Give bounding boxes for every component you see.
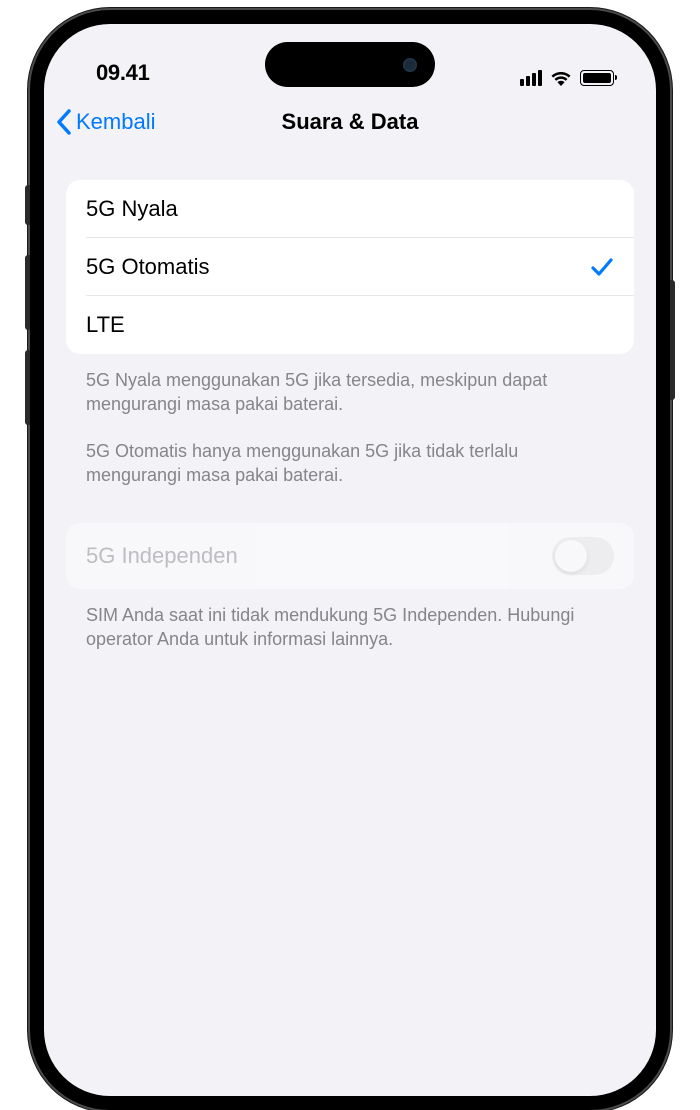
standalone-5g-row: 5G Independen [66,523,634,589]
volume-down-button [25,350,30,425]
option-5g-on[interactable]: 5G Nyala [66,180,634,238]
device-frame: 09.41 Kemba [30,10,670,1110]
cellular-signal-icon [520,70,542,86]
status-time: 09.41 [96,60,150,86]
nav-bar: Kembali Suara & Data [44,94,656,150]
option-lte[interactable]: LTE [66,296,634,354]
option-5g-auto[interactable]: 5G Otomatis [66,238,634,296]
battery-icon [580,70,614,86]
option-label: 5G Nyala [86,196,178,222]
voice-data-options-group: 5G Nyala 5G Otomatis LTE [66,180,634,354]
toggle-knob [555,540,587,572]
volume-up-button [25,255,30,330]
footer-5g-on: 5G Nyala menggunakan 5G jika tersedia, m… [66,354,634,417]
standalone-5g-toggle [552,537,614,575]
chevron-back-icon [56,109,72,135]
option-label: 5G Otomatis [86,254,209,280]
front-camera-icon [403,58,417,72]
page-title: Suara & Data [282,109,419,135]
checkmark-icon [590,255,614,279]
content-area: 5G Nyala 5G Otomatis LTE 5G Nyala menggu… [44,150,656,652]
toggle-label: 5G Independen [86,543,238,569]
standalone-5g-group: 5G Independen [66,523,634,589]
footer-standalone-5g: SIM Anda saat ini tidak mendukung 5G Ind… [66,589,634,652]
wifi-icon [550,70,572,86]
dynamic-island [265,42,435,87]
option-label: LTE [86,312,125,338]
power-button [670,280,675,400]
back-button[interactable]: Kembali [56,109,155,135]
silent-switch [25,185,30,225]
screen: 09.41 Kemba [44,24,656,1096]
back-label: Kembali [76,109,155,135]
footer-5g-auto: 5G Otomatis hanya menggunakan 5G jika ti… [66,417,634,488]
status-icons [520,70,614,86]
